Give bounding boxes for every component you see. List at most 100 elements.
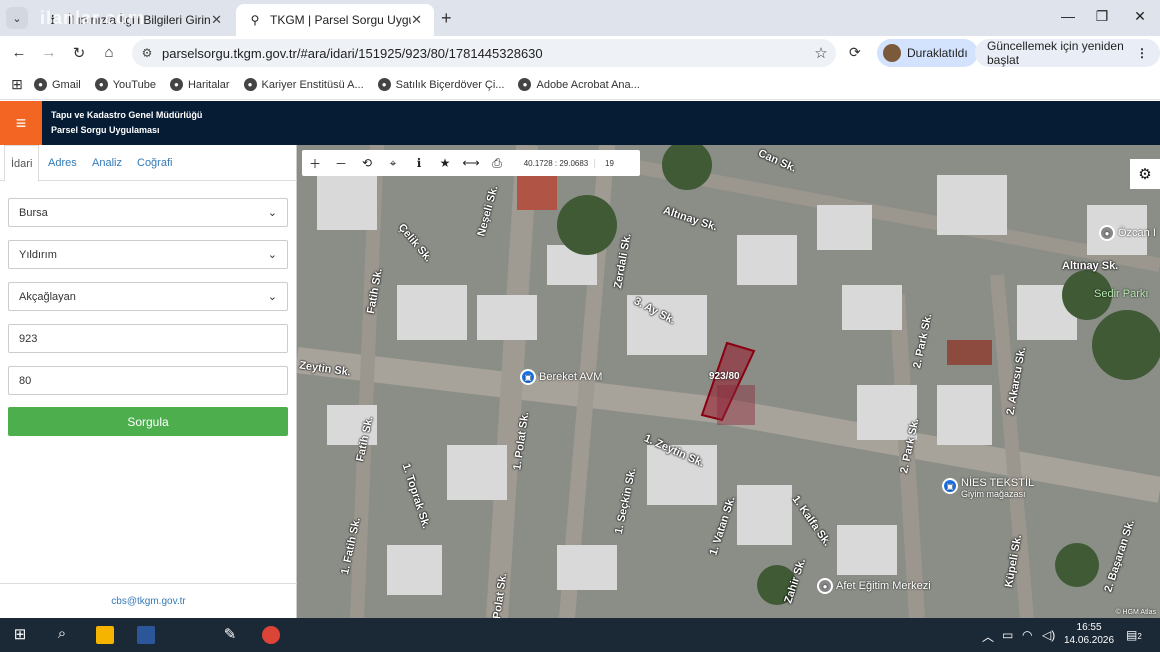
info-icon[interactable]: ℹ [406,156,432,170]
ilce-select[interactable]: Yıldırım ⌄ [8,240,288,269]
browser-toolbar: ← → ↻ ⌂ ⚙ parselsorgu.tkgm.gov.tr/#ara/i… [0,36,1160,70]
windows-start-icon[interactable]: ⊞ [8,625,32,643]
apps-grid-icon[interactable]: ⊞ [0,76,34,93]
chevron-down-icon: ⌄ [267,249,277,261]
coordinate-readout: 40.1728 : 29.0683 [523,158,589,168]
site-info-icon[interactable]: ⚙ [132,46,162,60]
profile-label: Duraklatıldı [907,46,968,60]
app-header: ≡ Tapu ve Kadastro Genel Müdürlüğü Parse… [0,101,1160,145]
chevron-down-icon: ⌄ [267,291,277,303]
map-attribution: © HGM Atlas [1115,609,1156,616]
shopping-bag-icon: ▣ [942,478,958,494]
zoom-in-icon[interactable]: ＋ [302,155,328,172]
browser-tab-2[interactable]: ⚲ TKGM | Parsel Sorgu Uygulamas ✕ [236,4,434,36]
print-icon[interactable]: ⎙ [484,156,510,171]
ada-input[interactable]: 923 [8,324,288,353]
reload-icon[interactable]: ↻ [68,44,90,62]
battery-icon[interactable]: ▭ [1002,628,1013,642]
measure-icon[interactable]: ⟷ [458,156,484,170]
bookmark-star-icon[interactable]: ☆ [806,44,836,62]
paint-app-icon[interactable]: ✎ [218,625,242,643]
contact-email-link[interactable]: cbs@tkgm.gov.tr [0,583,297,618]
map-view[interactable]: ＋ － ⟲ ⌖ ℹ ★ ⟷ ⎙ 40.1728 : 29.0683 19 ⚙ C… [297,145,1160,618]
place-pin-icon: ● [1099,225,1115,241]
parcel-label: 923/80 [709,371,740,382]
watermark-logo: ilanlar.com [40,8,146,28]
update-label: Güncellemek için yeniden başlat [987,39,1124,67]
settings-gear-icon[interactable]: ⚙ [1130,159,1160,189]
poi-sedir-parki[interactable]: Sedir Parkı [1094,288,1148,300]
browser-tab-strip: ⌄ ℹ İl ınınızla İlgili Bilgileri Girin ✕… [0,0,1160,36]
hamburger-menu-icon[interactable]: ≡ [0,101,42,145]
globe-icon: ● [34,78,47,91]
bookmark-gmail[interactable]: ● Gmail [34,78,81,91]
back-icon[interactable]: ← [8,44,30,61]
bookmark-youtube[interactable]: ● YouTube [94,78,156,91]
poi-ozcan[interactable]: ● Özcan I [1099,225,1156,241]
refresh-icon[interactable]: ⟲ [354,156,380,170]
favorite-star-icon[interactable]: ★ [432,156,458,170]
locate-icon[interactable]: ⌖ [380,156,406,171]
parsel-input[interactable]: 80 [8,366,288,395]
word-icon[interactable] [137,626,155,644]
profile-button[interactable]: Duraklatıldı [877,39,978,67]
menu-dots-icon[interactable]: ⋮ [1136,46,1148,60]
il-select[interactable]: Bursa ⌄ [8,198,288,227]
home-icon[interactable]: ⌂ [98,44,120,61]
system-clock[interactable]: 16:55 14.06.2026 [1064,621,1114,647]
clock-time: 16:55 [1076,622,1102,633]
globe-icon: ● [243,78,257,91]
bookmark-kariyer[interactable]: ● Kariyer Enstitüsü A... [243,78,364,91]
place-pin-icon: ● [817,578,833,594]
poi-bereket-avm[interactable]: ▣ Bereket AVM [520,369,602,385]
chevron-down-icon: ⌄ [267,207,277,219]
bookmarks-bar: ⊞ ● Gmail ● YouTube ● Haritalar ● Kariyer En… [0,70,1160,100]
update-button[interactable]: Güncellemek için yeniden başlat ⋮ [975,39,1160,67]
location-pin-icon: ⚲ [250,13,260,27]
tab-title: TKGM | Parsel Sorgu Uygulamas [270,13,411,27]
tab-search-icon[interactable]: ⌄ [6,7,28,29]
search-tabs: İdari Adres Analiz Coğrafi [0,145,297,182]
bookmark-adobe[interactable]: ● Adobe Acrobat Ana... [518,78,640,91]
file-explorer-icon[interactable] [96,626,114,644]
tray-chevron-icon[interactable]: ︿ [982,628,994,645]
org-name: Tapu ve Kadastro Genel Müdürlüğü [51,110,203,120]
extension-icon[interactable]: ⟳ [849,44,861,61]
tab-cografi[interactable]: Coğrafi [137,145,172,181]
forward-icon[interactable]: → [38,44,60,61]
minimize-icon[interactable]: — [1058,8,1078,24]
sorgula-button[interactable]: Sorgula [8,407,288,436]
new-tab-icon[interactable]: + [441,8,452,29]
poi-nies-tekstil[interactable]: ▣ NİES TEKSTİL Giyim mağazası [942,478,1034,500]
mahalle-select[interactable]: Akçağlayan ⌄ [8,282,288,311]
close-window-icon[interactable]: ✕ [1130,8,1150,25]
zoom-level: 19 [594,158,624,168]
clock-date: 14.06.2026 [1064,635,1115,646]
close-icon[interactable]: ✕ [211,12,222,28]
restore-icon[interactable]: ❐ [1092,8,1112,25]
notifications-icon[interactable]: ▤2 [1126,628,1142,642]
url-text[interactable]: parselsorgu.tkgm.gov.tr/#ara/idari/15192… [162,46,806,61]
poi-afet-egitim[interactable]: ● Afet Eğitim Merkezi [817,578,931,594]
zoom-out-icon[interactable]: － [328,155,354,172]
tab-idari[interactable]: İdari [4,145,40,182]
globe-icon: ● [377,78,391,91]
volume-icon[interactable]: ◁) [1042,628,1055,642]
street-label: Altınay Sk. [1062,260,1119,272]
search-icon[interactable]: ⌕ [50,625,74,642]
bookmark-haritalar[interactable]: ● Haritalar [169,78,230,91]
avatar [883,44,901,62]
chrome-icon[interactable] [262,626,280,644]
address-bar[interactable]: ⚙ parselsorgu.tkgm.gov.tr/#ara/idari/151… [132,39,836,67]
close-icon[interactable]: ✕ [411,12,422,28]
globe-icon: ● [518,78,532,91]
globe-icon: ● [94,78,108,91]
windows-taskbar: ⊞ ⌕ ✎ ︿ ▭ ◠ ◁) 16:55 14.06.2026 ▤2 [0,618,1160,652]
app-name: Parsel Sorgu Uygulaması [51,125,160,135]
globe-icon: ● [169,78,183,91]
tab-adres[interactable]: Adres [48,145,77,181]
network-icon[interactable]: ◠ [1022,628,1032,642]
tab-analiz[interactable]: Analiz [92,145,122,181]
bookmark-bicerdover[interactable]: ● Satılık Biçerdöver Çi... [377,78,504,91]
shopping-bag-icon: ▣ [520,369,536,385]
